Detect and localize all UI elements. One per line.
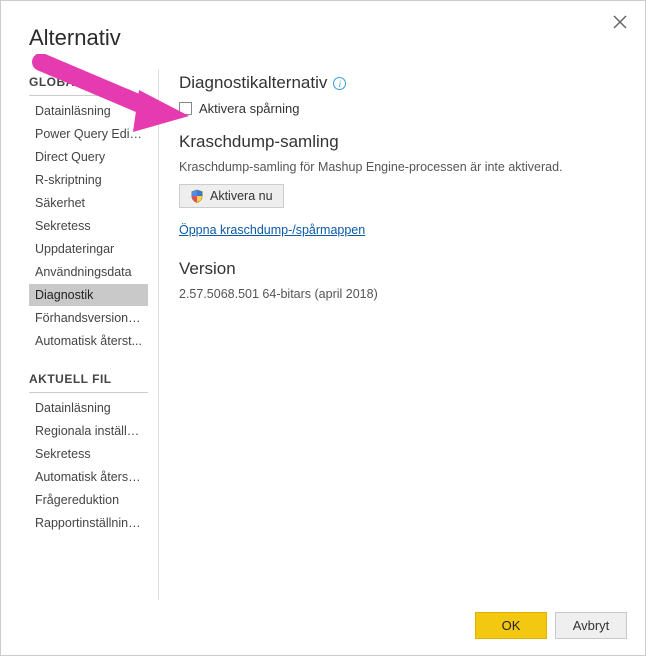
shield-icon: [190, 189, 204, 203]
sidebar-item[interactable]: Sekretess: [29, 215, 148, 237]
sidebar-item[interactable]: Regionala inställni...: [29, 420, 148, 442]
sidebar-item[interactable]: Frågereduktion: [29, 489, 148, 511]
version-text: 2.57.5068.501 64-bitars (april 2018): [179, 287, 617, 301]
sidebar-item[interactable]: Uppdateringar: [29, 238, 148, 260]
crash-dump-description: Kraschdump-samling för Mashup Engine-pro…: [179, 160, 617, 174]
diag-options-heading: Diagnostikalternativ i: [179, 73, 617, 93]
sidebar-item[interactable]: Diagnostik: [29, 284, 148, 306]
close-button[interactable]: [613, 15, 627, 29]
sidebar-item[interactable]: Direct Query: [29, 146, 148, 168]
sidebar-item[interactable]: Automatisk återst...: [29, 330, 148, 352]
sidebar-item[interactable]: Sekretess: [29, 443, 148, 465]
enable-tracing-checkbox[interactable]: Aktivera spårning: [179, 101, 617, 116]
sidebar-item[interactable]: Datainläsning: [29, 397, 148, 419]
sidebar-item[interactable]: Rapportinställningar: [29, 512, 148, 534]
enable-tracing-label: Aktivera spårning: [199, 101, 299, 116]
sidebar: GLOBALDatainläsningPower Query EditorDir…: [29, 69, 159, 600]
crash-dump-heading: Kraschdump-samling: [179, 132, 617, 152]
sidebar-section-header: GLOBAL: [29, 69, 148, 96]
sidebar-item[interactable]: Power Query Editor: [29, 123, 148, 145]
content-pane: Diagnostikalternativ i Aktivera spårning…: [159, 69, 627, 600]
options-dialog: Alternativ GLOBALDatainläsningPower Quer…: [0, 0, 646, 656]
sidebar-item[interactable]: Användningsdata: [29, 261, 148, 283]
sidebar-nav-list: DatainläsningPower Query EditorDirect Qu…: [29, 100, 158, 352]
open-crash-folder-link[interactable]: Öppna kraschdump-/spårmappen: [179, 223, 365, 237]
sidebar-item[interactable]: Datainläsning: [29, 100, 148, 122]
diag-options-heading-text: Diagnostikalternativ: [179, 73, 327, 93]
enable-now-button[interactable]: Aktivera nu: [179, 184, 284, 208]
ok-button[interactable]: OK: [475, 612, 547, 639]
sidebar-item[interactable]: Förhandsversionsf...: [29, 307, 148, 329]
sidebar-section-header: AKTUELL FIL: [29, 366, 148, 393]
close-icon: [613, 15, 627, 29]
enable-now-label: Aktivera nu: [210, 189, 273, 203]
sidebar-item[interactable]: Automatisk återstä...: [29, 466, 148, 488]
checkbox-box-icon: [179, 102, 192, 115]
dialog-title: Alternativ: [1, 1, 645, 69]
sidebar-item[interactable]: R-skriptning: [29, 169, 148, 191]
cancel-button[interactable]: Avbryt: [555, 612, 627, 639]
info-icon[interactable]: i: [333, 77, 346, 90]
dialog-body: GLOBALDatainläsningPower Query EditorDir…: [1, 69, 645, 600]
sidebar-item[interactable]: Säkerhet: [29, 192, 148, 214]
version-heading: Version: [179, 259, 617, 279]
sidebar-nav-list: DatainläsningRegionala inställni...Sekre…: [29, 397, 158, 534]
dialog-footer: OK Avbryt: [1, 600, 645, 655]
